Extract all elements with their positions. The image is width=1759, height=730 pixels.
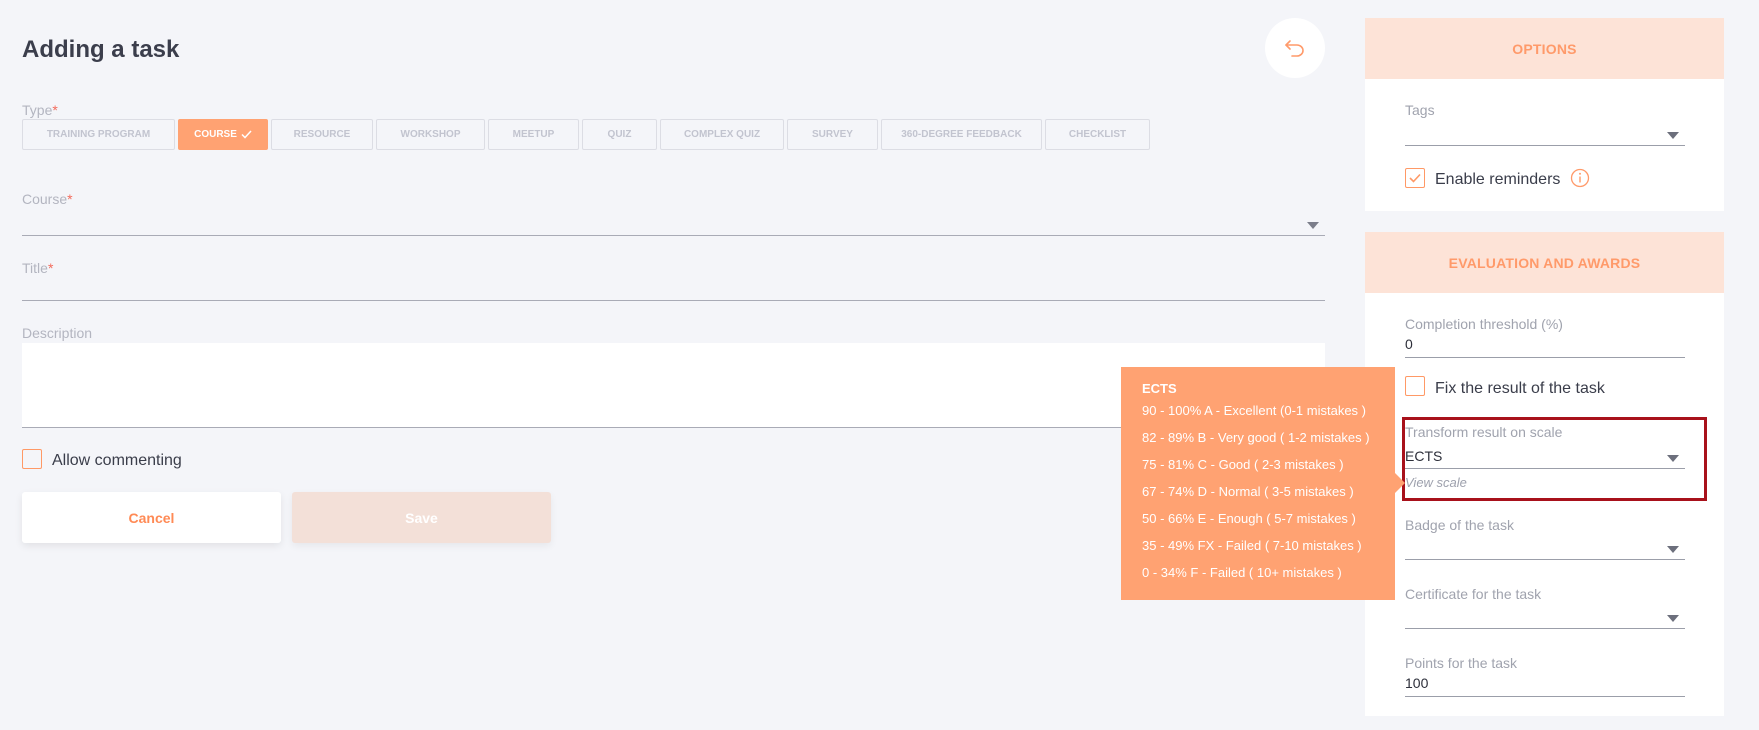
- points-label: Points for the task: [1405, 655, 1518, 671]
- undo-arrow-icon: [1285, 40, 1304, 57]
- course-label: Course*: [22, 191, 73, 207]
- description-label: Description: [22, 325, 93, 341]
- save-button[interactable]: Save: [292, 492, 551, 543]
- scale-row: 0 - 34% F - Failed ( 10+ mistakes ): [1142, 565, 1342, 580]
- info-icon[interactable]: [1570, 168, 1590, 188]
- enable-reminders-label: Enable reminders: [1435, 171, 1561, 188]
- task-form: Adding a task Type* TRAINING PROGRAM COU…: [22, 0, 1325, 730]
- tags-select[interactable]: [1405, 124, 1685, 146]
- allow-commenting-label: Allow commenting: [52, 452, 182, 469]
- threshold-label: Completion threshold (%): [1405, 316, 1563, 332]
- view-scale-link[interactable]: View scale: [1405, 475, 1467, 490]
- chevron-down-icon: [1307, 222, 1319, 229]
- options-panel: OPTIONS Tags Enable reminders: [1365, 18, 1724, 211]
- certificate-label: Certificate for the task: [1405, 586, 1542, 602]
- tab-survey[interactable]: SURVEY: [787, 119, 878, 150]
- chevron-down-icon: [1667, 455, 1679, 462]
- enable-reminders-checkbox[interactable]: [1405, 168, 1425, 188]
- scale-row: 90 - 100% A - Excellent (0-1 mistakes ): [1142, 403, 1366, 418]
- scale-select[interactable]: ECTS: [1405, 448, 1685, 469]
- scale-row: 75 - 81% C - Good ( 2-3 mistakes ): [1142, 457, 1344, 472]
- allow-commenting-checkbox[interactable]: [22, 449, 42, 469]
- tab-training-program[interactable]: TRAINING PROGRAM: [22, 119, 175, 150]
- options-header: OPTIONS: [1365, 18, 1724, 79]
- certificate-select[interactable]: [1405, 607, 1685, 629]
- threshold-input[interactable]: 0: [1405, 336, 1685, 358]
- page-title: Adding a task: [22, 36, 180, 63]
- scale-row: 50 - 66% E - Enough ( 5-7 mistakes ): [1142, 511, 1356, 526]
- tab-workshop[interactable]: WORKSHOP: [376, 119, 485, 150]
- chevron-down-icon: [1667, 132, 1679, 139]
- title-label: Title*: [22, 260, 54, 276]
- evaluation-header: EVALUATION AND AWARDS: [1365, 232, 1724, 293]
- scale-row: 82 - 89% B - Very good ( 1-2 mistakes ): [1142, 430, 1370, 445]
- back-button[interactable]: [1265, 18, 1325, 78]
- chevron-down-icon: [1667, 615, 1679, 622]
- type-label: Type*: [22, 102, 58, 118]
- tab-quiz[interactable]: QUIZ: [582, 119, 657, 150]
- fix-result-label: Fix the result of the task: [1435, 380, 1605, 397]
- evaluation-panel: EVALUATION AND AWARDS Completion thresho…: [1365, 232, 1724, 716]
- cancel-button[interactable]: Cancel: [22, 492, 281, 543]
- tab-complex-quiz[interactable]: COMPLEX QUIZ: [660, 119, 784, 150]
- tab-checklist[interactable]: CHECKLIST: [1045, 119, 1150, 150]
- scale-row: 67 - 74% D - Normal ( 3-5 mistakes ): [1142, 484, 1354, 499]
- tab-meetup[interactable]: MEETUP: [488, 119, 579, 150]
- badge-label: Badge of the task: [1405, 517, 1514, 533]
- scale-row: 35 - 49% FX - Failed ( 7-10 mistakes ): [1142, 538, 1362, 553]
- tab-resource[interactable]: RESOURCE: [271, 119, 373, 150]
- fix-result-checkbox[interactable]: [1405, 376, 1425, 396]
- tab-360-degree-feedback[interactable]: 360-DEGREE FEEDBACK: [881, 119, 1042, 150]
- title-input[interactable]: [22, 280, 1325, 301]
- badge-select[interactable]: [1405, 538, 1685, 560]
- points-input[interactable]: 100: [1405, 675, 1685, 697]
- checkmark-icon: [1409, 173, 1421, 183]
- tab-course[interactable]: COURSE: [178, 119, 268, 150]
- tags-label: Tags: [1405, 102, 1435, 118]
- scale-label: Transform result on scale: [1405, 424, 1563, 440]
- checkmark-icon: [241, 130, 252, 139]
- scale-tooltip: ECTS 90 - 100% A - Excellent (0-1 mistak…: [1121, 367, 1405, 600]
- course-select[interactable]: [22, 214, 1325, 236]
- chevron-down-icon: [1667, 546, 1679, 553]
- tooltip-title: ECTS: [1142, 381, 1177, 396]
- type-tabs: TRAINING PROGRAM COURSE RESOURCE WORKSHO…: [22, 119, 1150, 150]
